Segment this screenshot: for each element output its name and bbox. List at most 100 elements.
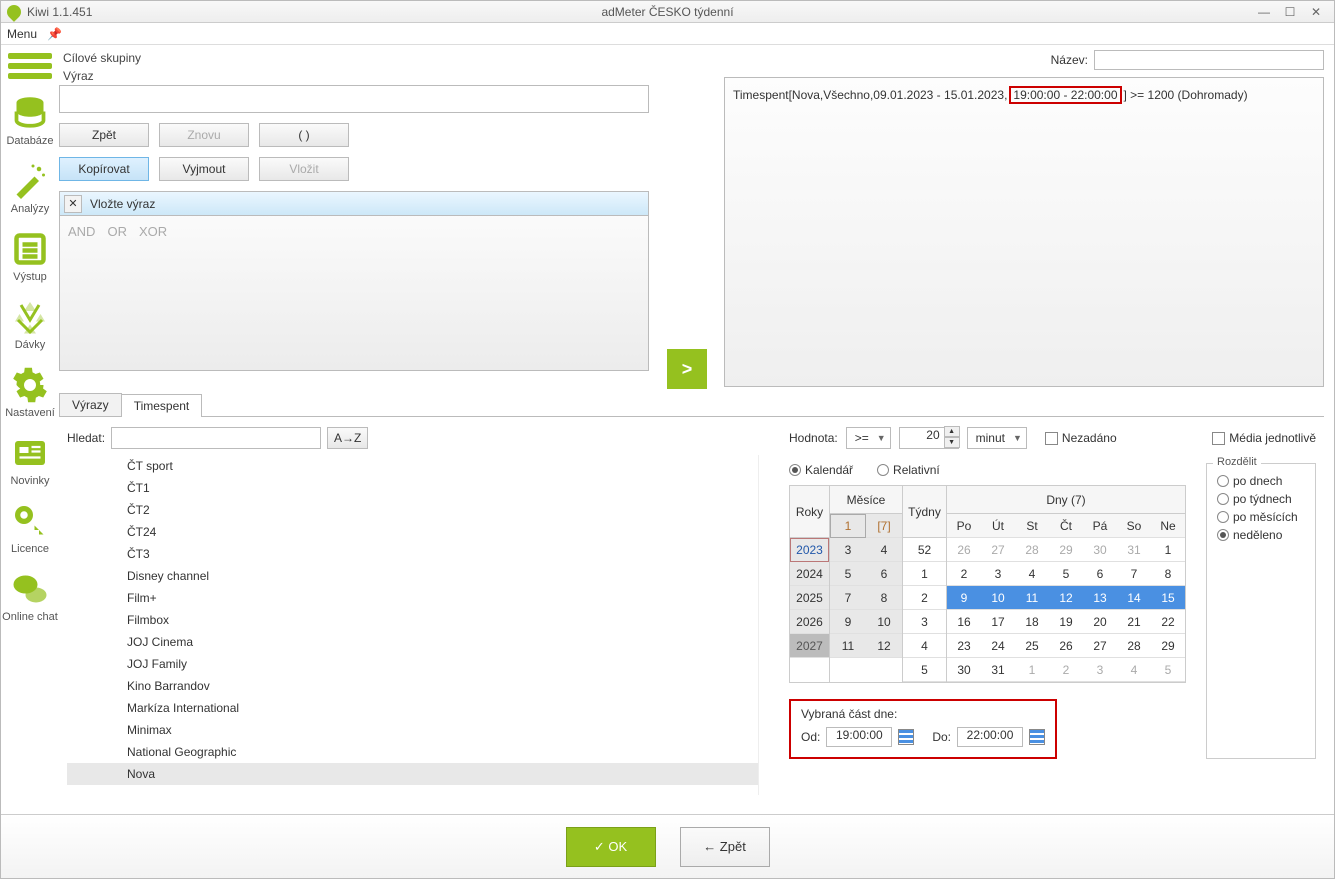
day-cell[interactable]: 6 [1083,562,1117,586]
op-xor[interactable]: XOR [139,224,167,239]
name-input[interactable] [1094,50,1324,70]
close-button[interactable]: ✕ [1304,4,1328,20]
media-item[interactable]: Filmbox [67,609,758,631]
calendar-icon[interactable] [898,729,914,745]
radio-kalendar[interactable]: Kalendář [789,463,853,477]
media-item[interactable]: Nova [67,763,758,785]
maximize-button[interactable]: ☐ [1278,4,1302,20]
media-item[interactable]: Kino Barrandov [67,675,758,697]
media-list[interactable]: ČT sportČT1ČT2ČT24ČT3Disney channelFilm+… [67,455,759,795]
search-input[interactable] [111,427,321,449]
day-cell[interactable]: 3 [1083,658,1117,682]
day-cell[interactable]: 2 [1049,658,1083,682]
day-cell[interactable]: 2 [947,562,981,586]
day-cell[interactable]: 1 [1015,658,1049,682]
day-cell[interactable]: 5 [1049,562,1083,586]
sidebar-item-analyzy[interactable]: Analýzy [1,161,59,215]
menu-button[interactable]: Menu [7,27,37,41]
year-2024[interactable]: 2024 [790,562,829,586]
day-cell[interactable]: 20 [1083,610,1117,634]
sidebar-item-novinky[interactable]: Novinky [1,433,59,487]
close-expr-button[interactable]: ✕ [64,195,82,213]
media-jednotlive-checkbox[interactable] [1212,432,1225,445]
day-cell[interactable]: 27 [981,538,1015,562]
day-cell[interactable]: 31 [981,658,1015,682]
back-button[interactable]: Zpět [59,123,149,147]
media-item[interactable]: ČT sport [67,455,758,477]
sidebar-item-chat[interactable]: Online chat [1,569,59,623]
sidebar-item-vystup[interactable]: Výstup [1,229,59,283]
media-item[interactable]: ČT24 [67,521,758,543]
media-item[interactable]: JOJ Family [67,653,758,675]
day-cell[interactable]: 12 [1049,586,1083,610]
media-item[interactable]: National Geographic [67,741,758,763]
unit-select[interactable]: minut ▼ [967,427,1027,449]
rozdelit-option[interactable]: po dnech [1217,474,1305,488]
day-cell[interactable]: 8 [1151,562,1185,586]
day-cell[interactable]: 25 [1015,634,1049,658]
year-2027[interactable]: 2027 [790,634,829,658]
op-or[interactable]: OR [107,224,127,239]
media-item[interactable]: Markíza International [67,697,758,719]
op-select[interactable]: >= ▼ [846,427,891,449]
redo-button[interactable]: Znovu [159,123,249,147]
day-cell[interactable]: 3 [981,562,1015,586]
paste-button[interactable]: Vložit [259,157,349,181]
sort-button[interactable]: A→Z [327,427,368,449]
day-cell[interactable]: 31 [1117,538,1151,562]
day-cell[interactable]: 24 [981,634,1015,658]
hamburger-icon[interactable] [8,49,52,83]
day-cell[interactable]: 11 [1015,586,1049,610]
media-item[interactable]: Minimax [67,719,758,741]
rozdelit-option[interactable]: po měsících [1217,510,1305,524]
day-cell[interactable]: 27 [1083,634,1117,658]
tab-vyrazy[interactable]: Výrazy [59,393,122,416]
rozdelit-option[interactable]: neděleno [1217,528,1305,542]
tab-timespent[interactable]: Timespent [121,394,203,417]
media-item[interactable]: JOJ Cinema [67,631,758,653]
day-cell[interactable]: 26 [947,538,981,562]
calendar-icon[interactable] [1029,729,1045,745]
year-2026[interactable]: 2026 [790,610,829,634]
pin-icon[interactable]: 📌 [47,27,62,41]
go-button[interactable]: > [667,349,707,389]
sidebar-item-davky[interactable]: Dávky [1,297,59,351]
sidebar-item-databaze[interactable]: Databáze [1,93,59,147]
rozdelit-option[interactable]: po týdnech [1217,492,1305,506]
day-cell[interactable]: 21 [1117,610,1151,634]
day-cell[interactable]: 30 [1083,538,1117,562]
footer-back-button[interactable]: ← Zpět [680,827,770,867]
day-cell[interactable]: 10 [981,586,1015,610]
od-input[interactable]: 19:00:00 [826,727,892,747]
day-cell[interactable]: 1 [1151,538,1185,562]
day-cell[interactable]: 16 [947,610,981,634]
ok-button[interactable]: ✓ OK [566,827,656,867]
day-cell[interactable]: 28 [1117,634,1151,658]
day-cell[interactable]: 15 [1151,586,1185,610]
day-cell[interactable]: 28 [1015,538,1049,562]
paren-button[interactable]: ( ) [259,123,349,147]
day-cell[interactable]: 5 [1151,658,1185,682]
minimize-button[interactable]: — [1252,4,1276,20]
sidebar-item-nastaveni[interactable]: Nastavení [1,365,59,419]
media-item[interactable]: ČT3 [67,543,758,565]
day-cell[interactable]: 9 [947,586,981,610]
day-cell[interactable]: 30 [947,658,981,682]
media-item[interactable]: Film+ [67,587,758,609]
day-cell[interactable]: 13 [1083,586,1117,610]
year-2023[interactable]: 2023 [790,538,829,562]
day-cell[interactable]: 22 [1151,610,1185,634]
media-item[interactable]: ČT2 [67,499,758,521]
day-cell[interactable]: 19 [1049,610,1083,634]
day-cell[interactable]: 4 [1117,658,1151,682]
vyraz-input[interactable] [59,85,649,113]
day-cell[interactable]: 18 [1015,610,1049,634]
day-cell[interactable]: 4 [1015,562,1049,586]
op-and[interactable]: AND [68,224,95,239]
year-2025[interactable]: 2025 [790,586,829,610]
day-cell[interactable]: 14 [1117,586,1151,610]
cut-button[interactable]: Vyjmout [159,157,249,181]
day-cell[interactable]: 23 [947,634,981,658]
day-cell[interactable]: 29 [1049,538,1083,562]
sidebar-item-licence[interactable]: Licence [1,501,59,555]
